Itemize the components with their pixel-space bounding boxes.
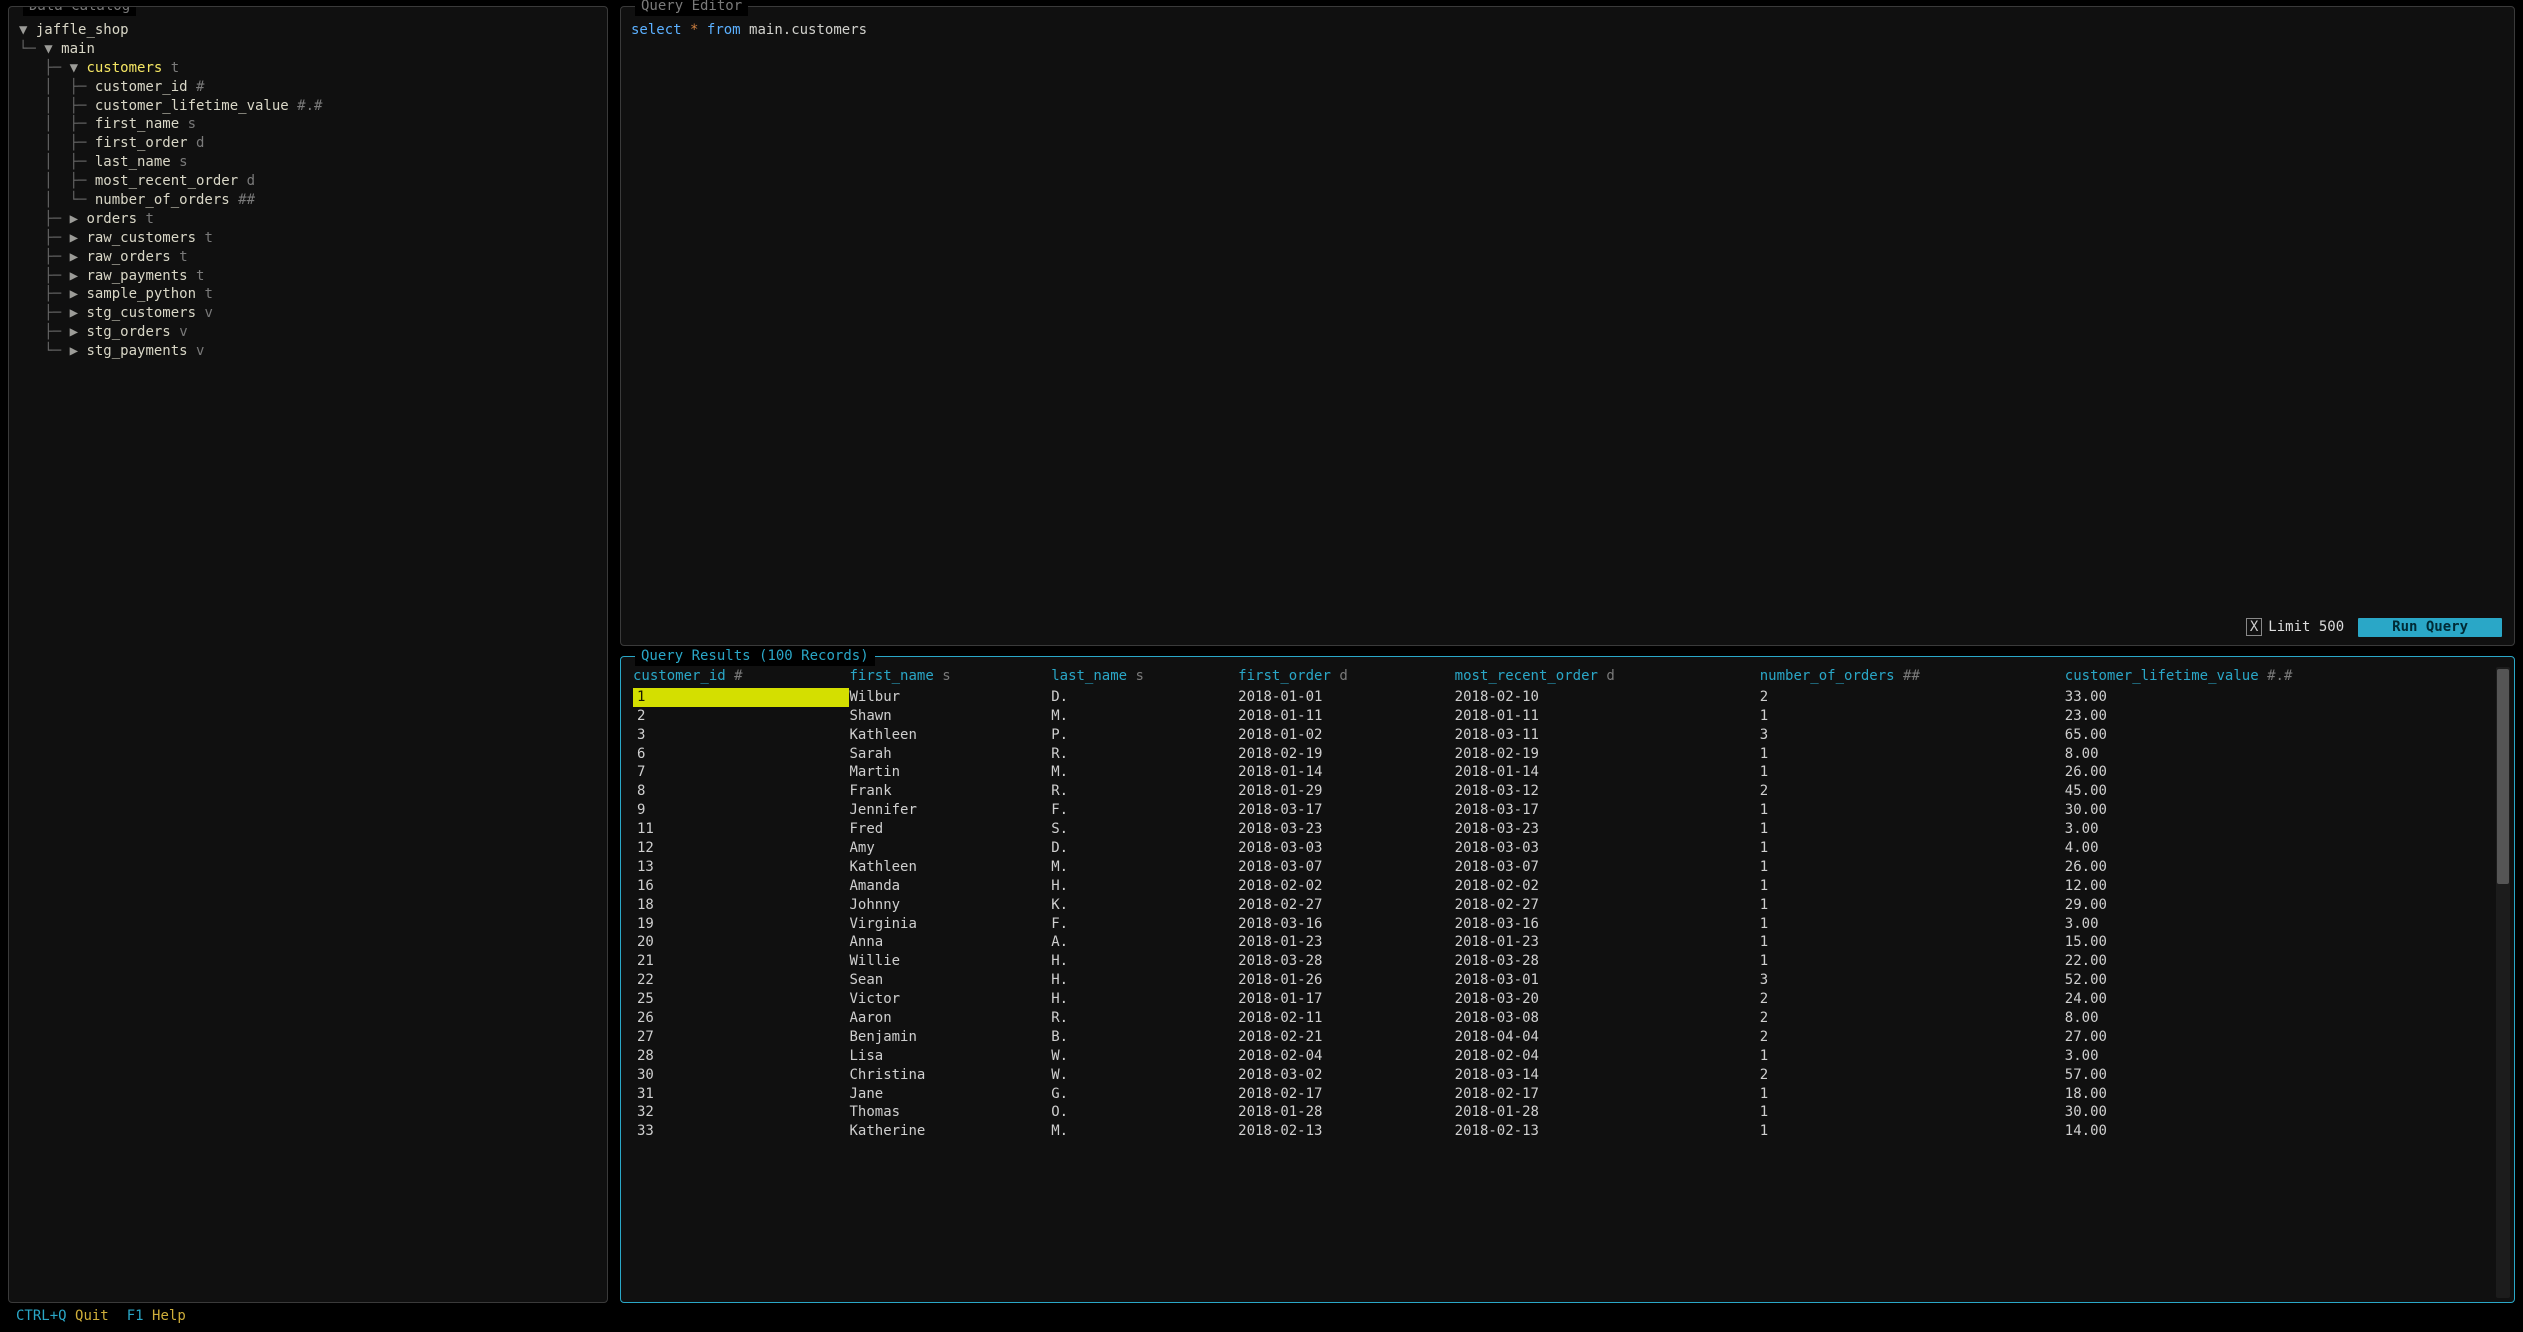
tree-table-sample_python[interactable]: ├─ ▶ sample_python t xyxy=(19,285,597,304)
tree-column-most_recent_order[interactable]: │ ├─ most_recent_order d xyxy=(19,172,597,191)
tree-column-first_order[interactable]: │ ├─ first_order d xyxy=(19,134,597,153)
tree-table-stg_orders[interactable]: ├─ ▶ stg_orders v xyxy=(19,323,597,342)
catalog-tree[interactable]: ▼ jaffle_shop└─ ▼ main ├─ ▼ customers t … xyxy=(19,17,597,361)
table-row[interactable]: 1WilburD.2018-01-012018-02-10233.00 xyxy=(633,688,2488,707)
table-row[interactable]: 13KathleenM.2018-03-072018-03-07126.00 xyxy=(633,858,2488,877)
table-row[interactable]: 31JaneG.2018-02-172018-02-17118.00 xyxy=(633,1085,2488,1104)
table-row[interactable]: 12AmyD.2018-03-032018-03-0314.00 xyxy=(633,839,2488,858)
col-header-customer_lifetime_value[interactable]: customer_lifetime_value #.# xyxy=(2065,667,2488,688)
table-row[interactable]: 3KathleenP.2018-01-022018-03-11365.00 xyxy=(633,726,2488,745)
tree-database[interactable]: ▼ jaffle_shop xyxy=(19,21,597,40)
table-row[interactable]: 32ThomasO.2018-01-282018-01-28130.00 xyxy=(633,1103,2488,1122)
col-header-most_recent_order[interactable]: most_recent_order d xyxy=(1455,667,1760,688)
table-row[interactable]: 33KatherineM.2018-02-132018-02-13114.00 xyxy=(633,1122,2488,1141)
table-row[interactable]: 21WillieH.2018-03-282018-03-28122.00 xyxy=(633,952,2488,971)
table-row[interactable]: 16AmandaH.2018-02-022018-02-02112.00 xyxy=(633,877,2488,896)
tree-table-orders[interactable]: ├─ ▶ orders t xyxy=(19,210,597,229)
query-editor-title: Query Editor xyxy=(635,0,748,16)
tree-table-customers[interactable]: ├─ ▼ customers t xyxy=(19,59,597,78)
tree-column-customer_id[interactable]: │ ├─ customer_id # xyxy=(19,78,597,97)
table-row[interactable]: 9JenniferF.2018-03-172018-03-17130.00 xyxy=(633,801,2488,820)
data-catalog-title: Data Catalog xyxy=(23,6,136,16)
tree-column-customer_lifetime_value[interactable]: │ ├─ customer_lifetime_value #.# xyxy=(19,97,597,116)
col-header-first_name[interactable]: first_name s xyxy=(849,667,1051,688)
table-row[interactable]: 26AaronR.2018-02-112018-03-0828.00 xyxy=(633,1009,2488,1028)
table-row[interactable]: 7MartinM.2018-01-142018-01-14126.00 xyxy=(633,763,2488,782)
table-row[interactable]: 30ChristinaW.2018-03-022018-03-14257.00 xyxy=(633,1066,2488,1085)
col-header-first_order[interactable]: first_order d xyxy=(1238,667,1454,688)
data-catalog-panel: Data Catalog ▼ jaffle_shop└─ ▼ main ├─ ▼… xyxy=(8,6,608,1303)
table-row[interactable]: 8FrankR.2018-01-292018-03-12245.00 xyxy=(633,782,2488,801)
run-query-button[interactable]: Run Query xyxy=(2358,618,2502,637)
query-results-panel: Query Results (100 Records) customer_id … xyxy=(620,656,2515,1303)
col-header-last_name[interactable]: last_name s xyxy=(1051,667,1238,688)
tree-table-raw_orders[interactable]: ├─ ▶ raw_orders t xyxy=(19,248,597,267)
scrollbar-thumb[interactable] xyxy=(2497,669,2509,884)
results-scrollbar[interactable] xyxy=(2496,667,2510,1298)
table-row[interactable]: 18JohnnyK.2018-02-272018-02-27129.00 xyxy=(633,896,2488,915)
footer-label: Quit xyxy=(75,1308,109,1324)
footer-label: Help xyxy=(152,1308,186,1324)
status-bar: CTRL+Q Quit F1 Help xyxy=(8,1303,2515,1332)
query-editor-input[interactable]: select * from main.customers xyxy=(631,17,2504,616)
tree-column-number_of_orders[interactable]: │ └─ number_of_orders ## xyxy=(19,191,597,210)
table-row[interactable]: 28LisaW.2018-02-042018-02-0413.00 xyxy=(633,1047,2488,1066)
tree-table-raw_customers[interactable]: ├─ ▶ raw_customers t xyxy=(19,229,597,248)
tree-schema[interactable]: └─ ▼ main xyxy=(19,40,597,59)
table-row[interactable]: 27BenjaminB.2018-02-212018-04-04227.00 xyxy=(633,1028,2488,1047)
col-header-number_of_orders[interactable]: number_of_orders ## xyxy=(1760,667,2065,688)
results-table[interactable]: customer_id #first_name slast_name sfirs… xyxy=(633,667,2488,1141)
tree-column-first_name[interactable]: │ ├─ first_name s xyxy=(19,115,597,134)
table-row[interactable]: 19VirginiaF.2018-03-162018-03-1613.00 xyxy=(633,915,2488,934)
tree-column-last_name[interactable]: │ ├─ last_name s xyxy=(19,153,597,172)
limit-label: Limit 500 xyxy=(2268,619,2344,635)
table-row[interactable]: 2ShawnM.2018-01-112018-01-11123.00 xyxy=(633,707,2488,726)
col-header-customer_id[interactable]: customer_id # xyxy=(633,667,849,688)
query-editor-panel: Query Editor select * from main.customer… xyxy=(620,6,2515,646)
query-results-title: Query Results (100 Records) xyxy=(635,647,875,666)
tree-table-raw_payments[interactable]: ├─ ▶ raw_payments t xyxy=(19,267,597,286)
table-row[interactable]: 25VictorH.2018-01-172018-03-20224.00 xyxy=(633,990,2488,1009)
table-row[interactable]: 6SarahR.2018-02-192018-02-1918.00 xyxy=(633,745,2488,764)
tree-table-stg_customers[interactable]: ├─ ▶ stg_customers v xyxy=(19,304,597,323)
limit-toggle[interactable]: X Limit 500 xyxy=(2246,618,2344,637)
table-row[interactable]: 11FredS.2018-03-232018-03-2313.00 xyxy=(633,820,2488,839)
footer-key: CTRL+Q xyxy=(16,1308,67,1324)
table-row[interactable]: 20AnnaA.2018-01-232018-01-23115.00 xyxy=(633,933,2488,952)
table-row[interactable]: 22SeanH.2018-01-262018-03-01352.00 xyxy=(633,971,2488,990)
limit-checkbox-icon: X xyxy=(2246,618,2262,636)
footer-key: F1 xyxy=(127,1308,144,1324)
tree-table-stg_payments[interactable]: └─ ▶ stg_payments v xyxy=(19,342,597,361)
